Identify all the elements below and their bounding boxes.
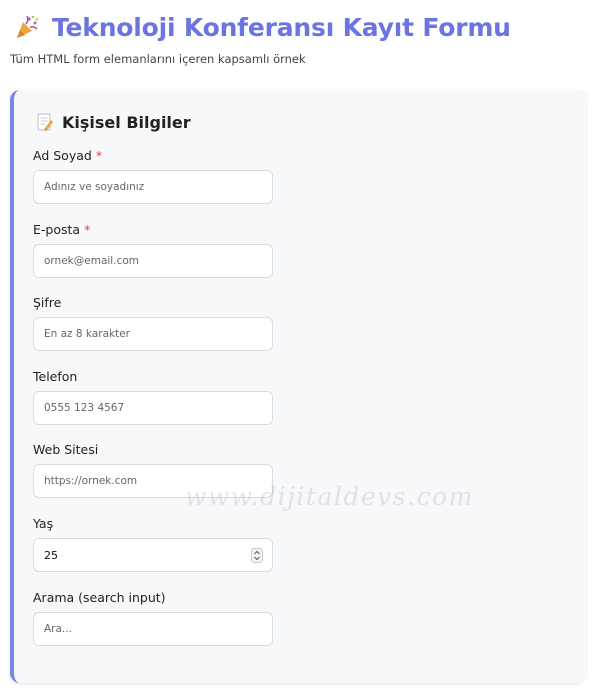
password-field: Şifre [33,295,273,351]
age-input[interactable]: 25 [33,538,273,572]
page-header: Teknoloji Konferansı Kayıt Formu Tüm HTM… [10,10,592,67]
phone-label: Telefon [33,369,78,384]
email-field: E-posta * [33,222,273,278]
required-mark: * [84,222,91,237]
page-subtitle: Tüm HTML form elemanlarını içeren kapsam… [10,52,306,66]
name-label: Ad Soyad * [33,148,273,164]
age-label: Yaş [33,516,54,531]
search-field: Arama (search input) [33,590,273,646]
website-field: Web Sitesi [33,442,273,498]
website-input[interactable] [44,475,264,487]
age-field: Yaş 25 [33,516,273,572]
email-label: E-posta * [33,222,273,238]
phone-input-box [33,391,273,425]
section-header: Kişisel Bilgiler [36,112,191,132]
password-label: Şifre [33,295,62,310]
email-input[interactable] [44,255,264,267]
name-input[interactable] [44,181,264,193]
age-value: 25 [44,548,58,562]
party-popper-icon [14,14,40,40]
page-title: Teknoloji Konferansı Kayıt Formu [52,12,511,42]
password-input-box [33,317,273,351]
search-label: Arama (search input) [33,590,166,605]
email-label-text: E-posta [33,222,81,237]
chevron-down-icon [254,556,260,561]
search-input[interactable] [44,623,264,635]
search-input-box [33,612,273,646]
phone-field: Telefon [33,369,273,425]
personal-info-card: Kişisel Bilgiler Ad Soyad * E-posta * Şi… [10,90,586,683]
name-input-box [33,170,273,204]
memo-icon [36,112,54,132]
phone-input[interactable] [44,402,264,414]
website-input-box [33,464,273,498]
name-field: Ad Soyad * [33,148,273,204]
section-title: Kişisel Bilgiler [62,112,191,132]
chevron-up-icon [254,550,260,555]
number-spinner[interactable] [251,548,263,563]
name-label-text: Ad Soyad [33,148,92,163]
title-row: Teknoloji Konferansı Kayıt Formu [14,10,592,44]
password-input[interactable] [44,328,264,340]
required-mark: * [95,148,103,163]
email-input-box [33,244,273,278]
website-label: Web Sitesi [33,442,99,457]
